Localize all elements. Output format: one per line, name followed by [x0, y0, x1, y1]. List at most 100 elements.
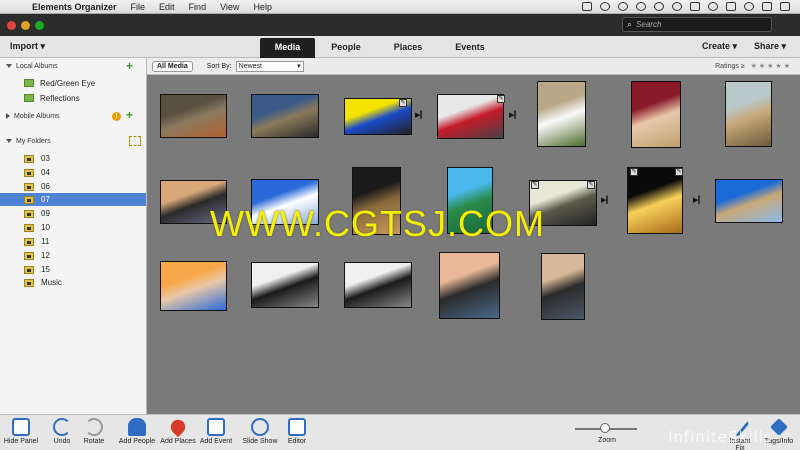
close-window-button[interactable]	[7, 20, 16, 30]
clock-icon[interactable]	[708, 2, 718, 11]
screen-icon[interactable]	[582, 2, 592, 11]
add-album-icon[interactable]: +	[126, 59, 133, 73]
album-reflections[interactable]: Reflections	[24, 92, 80, 104]
folder-label: 03	[41, 154, 50, 163]
rotate-button[interactable]: Rotate	[80, 418, 108, 445]
tab-events[interactable]: Events	[439, 38, 501, 58]
rotate-icon	[85, 418, 103, 436]
mobile-albums-header[interactable]: Mobile Albums	[6, 113, 60, 120]
menu-view[interactable]: View	[220, 2, 239, 12]
folder-11[interactable]: 11	[0, 235, 146, 248]
map-pin-icon	[167, 416, 189, 438]
my-folders-header[interactable]: My Folders	[6, 138, 51, 145]
menu-help[interactable]: Help	[253, 2, 272, 12]
photo-elderly-woman[interactable]	[631, 81, 681, 148]
sync-icon[interactable]	[618, 2, 628, 11]
stack-expand-arrow-icon[interactable]: ▶▎	[601, 196, 612, 204]
import-button[interactable]: Import ▾	[10, 41, 45, 52]
app-name-menu[interactable]: Elements Organizer	[32, 2, 117, 12]
edited-badge-icon: ✎	[675, 168, 683, 176]
photo-young-man[interactable]	[541, 253, 585, 320]
search-input[interactable]: ⌕ Search	[622, 17, 772, 32]
folder-03[interactable]: 03	[0, 152, 146, 165]
add-people-button[interactable]: Add People	[118, 418, 156, 445]
folder-music[interactable]: Music	[0, 276, 146, 289]
photo-man-glasses[interactable]	[439, 252, 500, 319]
folder-09[interactable]: 09	[0, 207, 146, 220]
ratings-stars[interactable]: ★★★★★	[751, 63, 792, 70]
add-mobile-album-icon[interactable]: +	[126, 108, 133, 122]
folder-label: 15	[41, 265, 50, 274]
zoom-window-button[interactable]	[35, 20, 44, 30]
photo-pagoda[interactable]	[725, 81, 772, 147]
edited-badge-icon: ✎	[587, 181, 595, 189]
creative-cloud-icon[interactable]	[636, 2, 646, 11]
album-icon	[24, 94, 34, 102]
expand-triangle-icon	[6, 139, 12, 144]
stack-expand-arrow-icon[interactable]: ▶▎	[509, 111, 520, 119]
spotlight-icon[interactable]	[762, 2, 772, 11]
tab-people[interactable]: People	[315, 38, 377, 58]
sort-value: Newest	[238, 62, 262, 70]
local-albums-label: Local Albums	[16, 63, 58, 70]
collapse-triangle-icon	[6, 113, 10, 120]
dropbox-icon[interactable]	[600, 2, 610, 11]
folder-07[interactable]: 07	[0, 193, 146, 206]
stack-expand-arrow-icon[interactable]: ▶▎	[693, 196, 704, 204]
ratings-filter[interactable]: Ratings ≥ ★★★★★	[715, 62, 792, 70]
photo-house[interactable]	[537, 81, 586, 147]
notification-icon[interactable]	[780, 2, 790, 11]
editor-button[interactable]: Editor	[282, 418, 312, 445]
add-places-button[interactable]: Add Places	[160, 416, 196, 445]
folder-label: 12	[41, 251, 50, 260]
photo-girl-smiling[interactable]	[160, 261, 227, 311]
stack-expand-arrow-icon[interactable]: ▶▎	[415, 111, 426, 119]
folder-15[interactable]: 15	[0, 263, 146, 276]
battery-icon[interactable]	[726, 2, 736, 11]
menu-edit[interactable]: Edit	[159, 2, 175, 12]
hide-panel-button[interactable]: Hide Panel	[3, 418, 39, 445]
menu-file[interactable]: File	[131, 2, 146, 12]
tab-media[interactable]: Media	[260, 38, 315, 58]
all-media-button[interactable]: All Media	[152, 60, 193, 72]
photo-candle[interactable]	[627, 167, 683, 234]
user-icon[interactable]	[744, 2, 754, 11]
photo-white-cat[interactable]	[251, 262, 319, 308]
folder-icon	[24, 265, 34, 274]
add-event-button[interactable]: Add Event	[199, 418, 233, 445]
folder-04[interactable]: 04	[0, 166, 146, 179]
menu-find[interactable]: Find	[189, 2, 207, 12]
sort-by-label: Sort By:	[206, 62, 232, 70]
photo-pumpkin-ground[interactable]	[160, 94, 227, 138]
slide-show-label: Slide Show	[242, 438, 278, 445]
folder-12[interactable]: 12	[0, 249, 146, 262]
edited-badge-icon: ✎	[531, 181, 539, 189]
create-button[interactable]: Create ▾	[702, 41, 737, 52]
tab-places[interactable]: Places	[377, 38, 439, 58]
volume-icon[interactable]	[690, 2, 700, 11]
photo-white-cat-2[interactable]	[344, 262, 412, 308]
minimize-window-button[interactable]	[21, 20, 30, 30]
slide-show-button[interactable]: Slide Show	[242, 418, 278, 445]
warning-icon[interactable]: !	[112, 112, 121, 121]
folder-10[interactable]: 10	[0, 221, 146, 234]
add-places-label: Add Places	[160, 438, 196, 445]
photo-beach[interactable]	[715, 179, 783, 223]
undo-button[interactable]: Undo	[50, 418, 74, 445]
local-albums-header[interactable]: Local Albums	[6, 63, 58, 70]
ratings-label: Ratings	[715, 63, 739, 70]
album-red-green-eye[interactable]: Red/Green Eye	[24, 77, 95, 89]
zoom-slider-handle[interactable]	[600, 423, 610, 433]
folder-view-toggle-icon[interactable]	[129, 136, 141, 146]
wifi-icon[interactable]	[672, 2, 682, 11]
add-event-label: Add Event	[199, 438, 233, 445]
share-button[interactable]: Share ▾	[754, 41, 786, 52]
edited-badge-icon: ✎	[399, 99, 407, 107]
sort-select[interactable]: Newest ▾	[235, 60, 304, 72]
folder-label: 07	[41, 195, 50, 204]
search-icon: ⌕	[627, 19, 633, 29]
photo-pier-boats[interactable]	[251, 94, 319, 138]
record-icon[interactable]	[654, 2, 664, 11]
folder-06[interactable]: 06	[0, 180, 146, 193]
photo-umbrella-walker[interactable]	[437, 94, 504, 139]
